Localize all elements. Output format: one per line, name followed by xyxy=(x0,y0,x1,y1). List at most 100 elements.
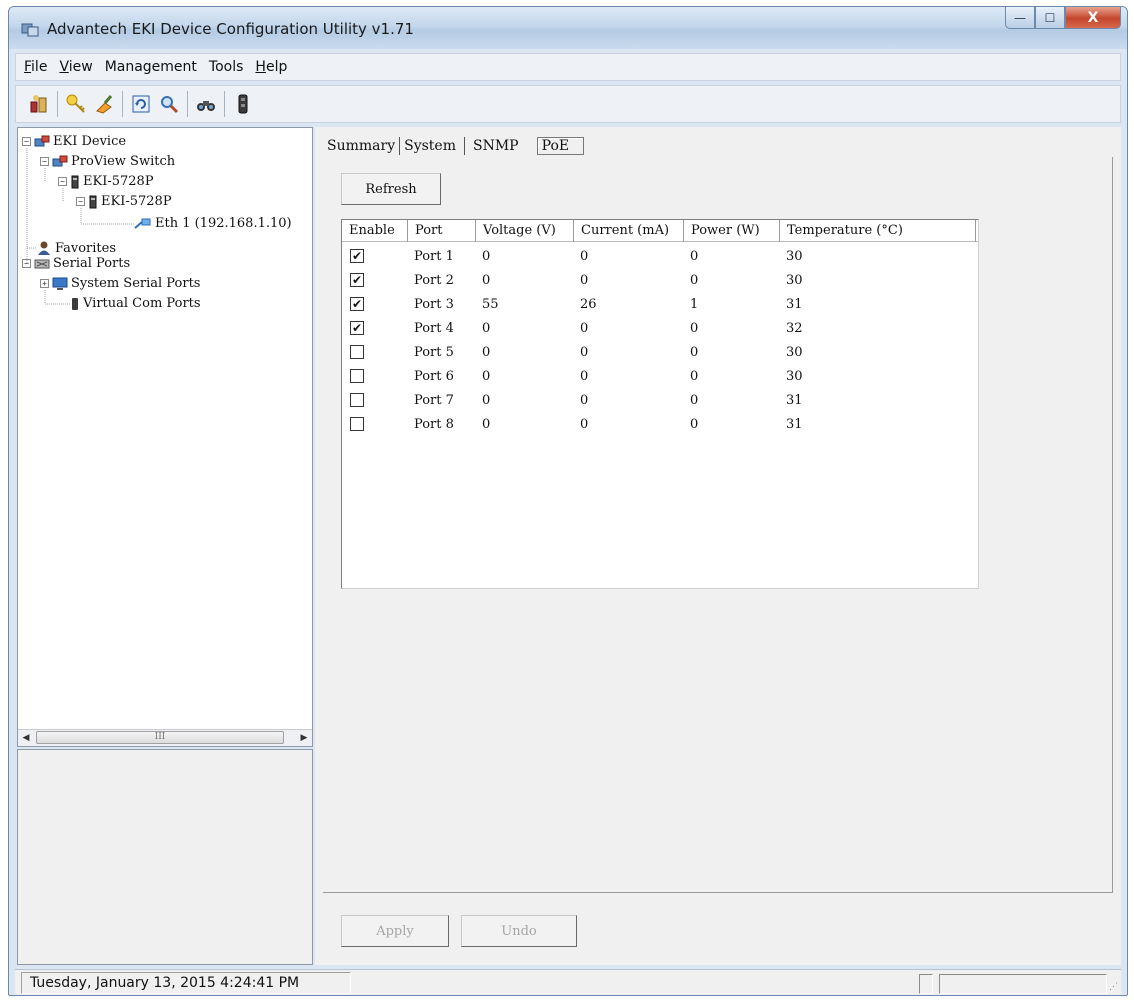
column-header-port[interactable]: Port xyxy=(408,220,476,242)
table-row[interactable]: Port 5 0 0 0 30 xyxy=(342,340,976,364)
key-icon[interactable] xyxy=(63,90,89,118)
enable-checkbox[interactable] xyxy=(350,417,364,431)
checkmark-icon: ✔ xyxy=(351,273,363,287)
voltage-cell: 55 xyxy=(482,296,499,312)
maximize-icon: ☐ xyxy=(1044,10,1056,25)
binoculars-icon[interactable] xyxy=(193,90,219,118)
tab-poe[interactable]: PoE xyxy=(536,137,585,155)
temperature-cell: 30 xyxy=(786,248,803,264)
menu-file[interactable]: File xyxy=(24,59,47,75)
scroll-thumb[interactable]: III xyxy=(36,731,284,744)
tab-strip: Summary System SNMP PoE xyxy=(323,137,585,155)
enable-checkbox[interactable]: ✔ xyxy=(350,249,364,263)
power-cell: 0 xyxy=(690,272,699,288)
scroll-right-icon[interactable]: ▶ xyxy=(296,733,312,743)
toolbar-separator xyxy=(122,91,123,117)
table-row[interactable]: ✔ Port 3 55 26 1 31 xyxy=(342,292,976,316)
temperature-cell: 30 xyxy=(786,272,803,288)
table-row[interactable]: Port 7 0 0 0 31 xyxy=(342,388,976,412)
column-header-current[interactable]: Current (mA) xyxy=(574,220,684,242)
refresh-icon[interactable] xyxy=(128,90,154,118)
power-cell: 0 xyxy=(690,368,699,384)
temperature-cell: 30 xyxy=(786,368,803,384)
device-tree: − EKI Device − ProView Switch − EKI-5728… xyxy=(17,127,313,747)
temperature-cell: 32 xyxy=(786,320,803,336)
column-header-voltage[interactable]: Voltage (V) xyxy=(476,220,574,242)
checkmark-icon: ✔ xyxy=(351,249,363,263)
toolbar-separator xyxy=(57,91,58,117)
enable-cell xyxy=(342,345,408,359)
resize-grip-icon[interactable]: ⋰ xyxy=(1109,982,1118,992)
title-bar[interactable]: Advantech EKI Device Configuration Utili… xyxy=(9,7,1127,49)
apply-button[interactable]: Apply xyxy=(341,915,449,947)
port-cell: Port 3 xyxy=(414,296,454,312)
enable-checkbox[interactable]: ✔ xyxy=(350,297,364,311)
tree-label: Eth 1 (192.168.1.10) xyxy=(155,216,292,231)
sweep-icon[interactable] xyxy=(91,90,117,118)
table-row[interactable]: ✔ Port 4 0 0 0 32 xyxy=(342,316,976,340)
toolbar xyxy=(15,85,1121,123)
menu-help[interactable]: Help xyxy=(255,59,287,75)
toolbar-separator xyxy=(224,91,225,117)
table-row[interactable]: ✔ Port 1 0 0 0 30 xyxy=(342,244,976,268)
enable-checkbox[interactable] xyxy=(350,345,364,359)
enable-checkbox[interactable]: ✔ xyxy=(350,321,364,335)
current-cell: 0 xyxy=(580,344,589,360)
poe-port-table: Enable Port Voltage (V) Current (mA) Pow… xyxy=(341,219,979,589)
magnifier-icon[interactable] xyxy=(156,90,182,118)
enable-cell: ✔ xyxy=(342,297,408,311)
port-cell: Port 4 xyxy=(414,320,454,336)
power-cell: 0 xyxy=(690,392,699,408)
maximize-button[interactable]: ☐ xyxy=(1035,7,1065,29)
window-title: Advantech EKI Device Configuration Utili… xyxy=(47,20,414,38)
table-row[interactable]: Port 8 0 0 0 31 xyxy=(342,412,976,436)
tree-node-eth1[interactable]: Eth 1 (192.168.1.10) xyxy=(134,216,292,231)
voltage-cell: 0 xyxy=(482,320,491,336)
power-cell: 0 xyxy=(690,416,699,432)
temperature-cell: 31 xyxy=(786,392,803,408)
enable-cell xyxy=(342,417,408,431)
power-cell: 0 xyxy=(690,248,699,264)
enable-checkbox[interactable] xyxy=(350,369,364,383)
enable-cell: ✔ xyxy=(342,321,408,335)
details-pane xyxy=(17,749,313,965)
status-bar: Tuesday, January 13, 2015 4:24:41 PM ⋰ xyxy=(15,969,1121,995)
menu-view[interactable]: View xyxy=(59,59,92,75)
device-search-icon[interactable] xyxy=(26,90,52,118)
status-panel xyxy=(939,974,1107,994)
power-cell: 1 xyxy=(690,296,699,312)
tab-system[interactable]: System xyxy=(400,137,465,155)
power-cell: 0 xyxy=(690,344,699,360)
minimize-button[interactable]: — xyxy=(1005,7,1035,29)
app-window: Advantech EKI Device Configuration Utili… xyxy=(8,6,1128,996)
voltage-cell: 0 xyxy=(482,344,491,360)
column-header-enable[interactable]: Enable xyxy=(342,220,408,242)
tab-summary[interactable]: Summary xyxy=(323,137,401,155)
close-button[interactable]: X xyxy=(1065,7,1121,29)
undo-button[interactable]: Undo xyxy=(461,915,577,947)
temperature-cell: 31 xyxy=(786,416,803,432)
column-header-temperature[interactable]: Temperature (°C) xyxy=(780,220,976,242)
serial-port-icon[interactable] xyxy=(230,90,256,118)
scroll-left-icon[interactable]: ◀ xyxy=(18,733,34,743)
enable-cell xyxy=(342,369,408,383)
table-row[interactable]: ✔ Port 2 0 0 0 30 xyxy=(342,268,976,292)
tree-horizontal-scrollbar[interactable]: ◀ III ▶ xyxy=(18,729,312,746)
enable-checkbox[interactable]: ✔ xyxy=(350,273,364,287)
window-controls: — ☐ X xyxy=(1005,7,1121,29)
refresh-button[interactable]: Refresh xyxy=(341,173,441,205)
status-indicator xyxy=(919,974,933,994)
enable-cell: ✔ xyxy=(342,273,408,287)
status-datetime: Tuesday, January 13, 2015 4:24:41 PM xyxy=(21,972,351,994)
menu-management[interactable]: Management xyxy=(105,59,197,75)
enable-checkbox[interactable] xyxy=(350,393,364,407)
enable-cell: ✔ xyxy=(342,249,408,263)
current-cell: 0 xyxy=(580,272,589,288)
column-header-power[interactable]: Power (W) xyxy=(684,220,780,242)
tab-snmp[interactable]: SNMP xyxy=(465,137,523,155)
checkmark-icon: ✔ xyxy=(351,297,363,311)
menu-tools[interactable]: Tools xyxy=(209,59,244,75)
temperature-cell: 30 xyxy=(786,344,803,360)
power-cell: 0 xyxy=(690,320,699,336)
table-row[interactable]: Port 6 0 0 0 30 xyxy=(342,364,976,388)
